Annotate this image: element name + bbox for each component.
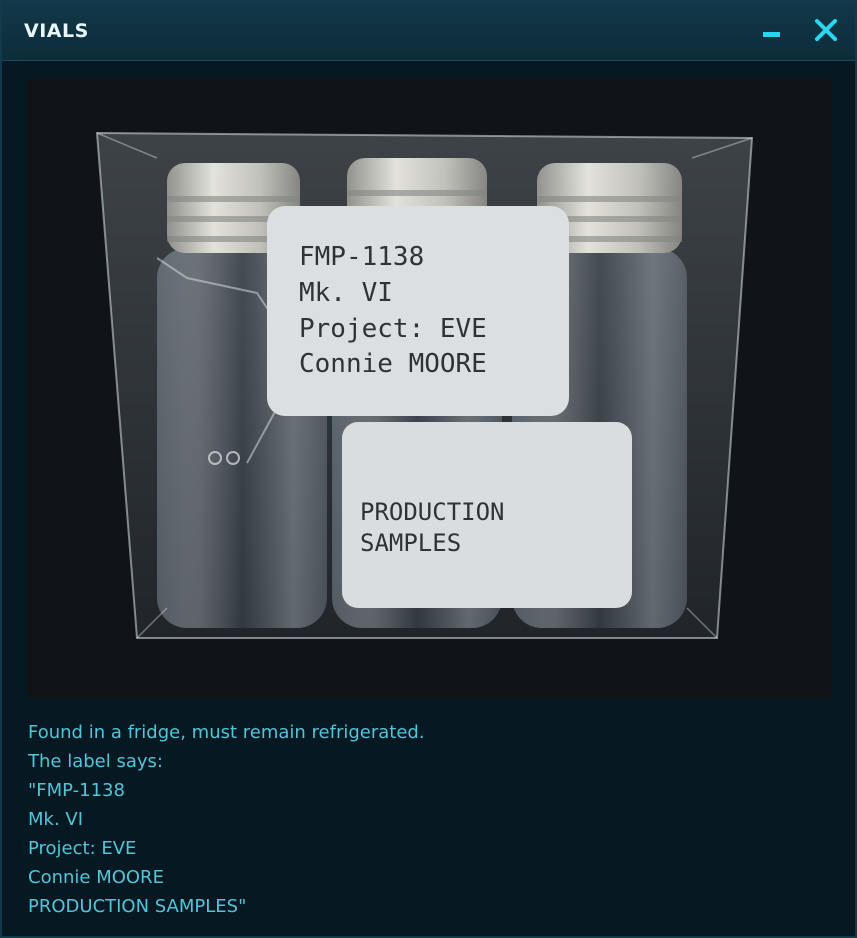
item-description: Found in a fridge, must remain refrigera… [28, 718, 828, 921]
label-bottom-line2: SAMPLES [360, 529, 461, 557]
label-top-line2: Mk. VI [299, 278, 393, 308]
minimize-icon [763, 32, 780, 37]
description-line: The label says: [28, 751, 163, 772]
window-title: VIALS [24, 20, 89, 42]
label-top-line1: FMP-1138 [299, 242, 424, 272]
label-top-line4: Connie MOORE [299, 349, 487, 379]
description-line: Found in a fridge, must remain refrigera… [28, 722, 425, 743]
description-line: Project: EVE [28, 838, 137, 859]
description-line: "FMP-1138 [28, 780, 125, 801]
title-bar[interactable]: VIALS [2, 2, 855, 61]
vials-photo: FMP-1138 Mk. VI Project: EVE Connie MOOR… [27, 78, 832, 698]
vials-window: VIALS FMP-1138 Mk. VI Project: EVE Conni… [0, 0, 857, 938]
vial-label-top: FMP-1138 Mk. VI Project: EVE Connie MOOR… [267, 206, 569, 416]
vial-label-bottom: PRODUCTION SAMPLES [342, 422, 632, 608]
description-line: Mk. VI [28, 809, 84, 830]
label-top-line3: Project: EVE [299, 314, 487, 344]
minimize-button[interactable] [754, 18, 788, 48]
description-line: PRODUCTION SAMPLES" [28, 896, 247, 917]
close-button[interactable] [808, 12, 844, 48]
label-bottom-line1: PRODUCTION [360, 498, 505, 526]
description-line: Connie MOORE [28, 867, 164, 888]
close-icon [815, 19, 837, 41]
vials-image: FMP-1138 Mk. VI Project: EVE Connie MOOR… [27, 78, 832, 698]
